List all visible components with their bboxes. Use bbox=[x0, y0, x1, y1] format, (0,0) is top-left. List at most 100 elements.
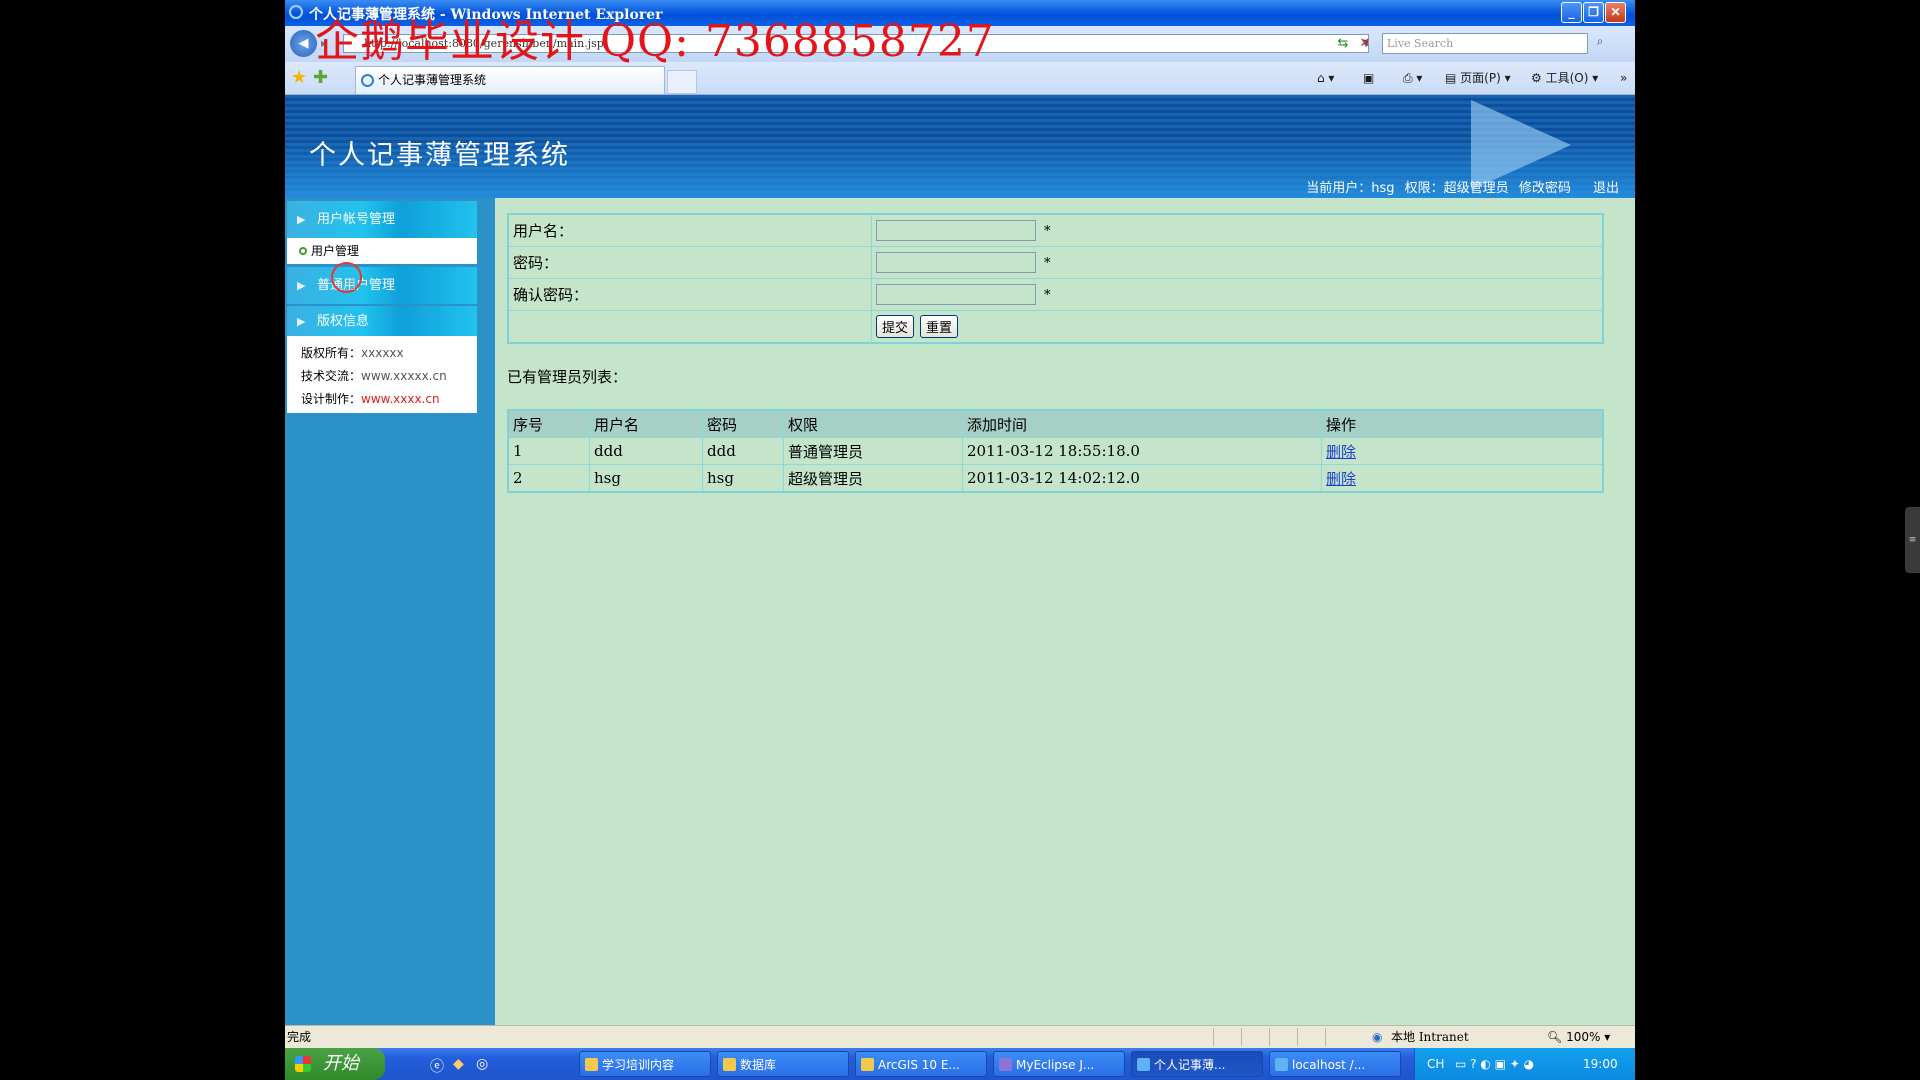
status-cell bbox=[1297, 1028, 1326, 1046]
required-mark: * bbox=[1044, 255, 1051, 271]
sidebar-section-normal-users[interactable]: ▶ 普通用户管理 bbox=[287, 267, 477, 304]
logout-link[interactable]: 退出 bbox=[1593, 181, 1619, 196]
form-row-buttons: 提交 重置 bbox=[507, 310, 1604, 344]
password-input[interactable] bbox=[876, 252, 1036, 273]
print-icon[interactable]: ⎙ ▾ bbox=[1403, 67, 1422, 89]
ie-window: 个人记事薄管理系统 - Windows Internet Explorer _ … bbox=[285, 0, 1635, 1080]
quick-launch-app-icon[interactable]: ◆ bbox=[453, 1056, 464, 1072]
maximize-button[interactable]: ❐ bbox=[1583, 2, 1604, 23]
delete-link[interactable]: 删除 bbox=[1326, 470, 1356, 488]
user-bar: 当前用户：hsg 权限：超级管理员 修改密码 退出 bbox=[1300, 177, 1619, 196]
quick-launch-browser-icon[interactable]: ◎ bbox=[476, 1056, 488, 1072]
taskbar-item[interactable]: ArcGIS 10 E... bbox=[855, 1051, 987, 1077]
col-header-index: 序号 bbox=[507, 409, 590, 438]
zoom-control[interactable]: 🔍︎ 100% ▾ bbox=[1547, 1026, 1610, 1048]
hand-cursor-icon: ☝ bbox=[345, 274, 356, 295]
tools-menu[interactable]: ⚙ 工具(O) ▾ bbox=[1531, 67, 1598, 89]
user-role: 权限：超级管理员 bbox=[1404, 181, 1509, 196]
add-admin-form: 用户名： * 密码： * 确认密码： * 提交 重置 bbox=[507, 213, 1604, 344]
username-label: 用户名： bbox=[507, 213, 872, 247]
taskbar-item[interactable]: MyEclipse J... bbox=[993, 1051, 1125, 1077]
reset-button[interactable]: 重置 bbox=[920, 315, 959, 338]
col-header-added-time: 添加时间 bbox=[962, 409, 1322, 438]
cell-role: 普通管理员 bbox=[783, 437, 963, 465]
cell-action: 删除 bbox=[1321, 437, 1604, 465]
feeds-icon[interactable]: ▣ bbox=[1363, 67, 1374, 89]
sidebar: ▶ 用户帐号管理 用户管理 ▶ 普通用户管理 ▶ 版权信息 版权所有：xxxxx… bbox=[285, 198, 495, 1025]
tray-icons[interactable]: ▭ ? ◐ ▣ ✦ ◕ bbox=[1455, 1048, 1534, 1080]
buttons-cell: 提交 重置 bbox=[871, 310, 1604, 344]
status-cell bbox=[1241, 1028, 1270, 1046]
globe-icon: ◉ bbox=[1372, 1030, 1383, 1044]
sidebar-section-account[interactable]: ▶ 用户帐号管理 bbox=[287, 201, 477, 238]
search-icon[interactable]: ⌕ bbox=[1591, 34, 1609, 53]
status-cell bbox=[1269, 1028, 1298, 1046]
cell-index: 1 bbox=[507, 437, 590, 465]
add-favorites-icon[interactable]: ✚ bbox=[313, 67, 328, 88]
folder-icon bbox=[861, 1058, 874, 1071]
system-tray: CH ▭ ? ◐ ▣ ✦ ◕ 19:00 bbox=[1414, 1048, 1635, 1080]
username-input[interactable] bbox=[876, 220, 1036, 241]
tab-main[interactable]: 个人记事薄管理系统 bbox=[355, 66, 665, 94]
info-value: xxxxxx bbox=[361, 346, 404, 360]
required-mark: * bbox=[1044, 287, 1051, 303]
more-chevron-icon[interactable]: » bbox=[1620, 67, 1627, 89]
taskbar-item-active[interactable]: 个人记事薄... bbox=[1131, 1051, 1263, 1077]
sidebar-section-label: 版权信息 bbox=[317, 314, 370, 329]
back-button[interactable]: ◀ bbox=[290, 30, 317, 57]
watermark-text: 企鹅毕业设计 QQ: 7368858727 bbox=[315, 16, 995, 67]
side-handle[interactable]: ≡ bbox=[1905, 507, 1920, 573]
info-key: 版权所有： bbox=[301, 346, 362, 360]
col-header-username: 用户名 bbox=[589, 409, 703, 438]
taskbar-item[interactable]: 数据库 bbox=[717, 1051, 849, 1077]
site-title: 个人记事薄管理系统 bbox=[309, 140, 570, 171]
eclipse-icon bbox=[999, 1058, 1012, 1071]
delete-link[interactable]: 删除 bbox=[1326, 443, 1356, 461]
stop-icon[interactable]: ✕ bbox=[1355, 34, 1375, 53]
bullet-icon bbox=[299, 247, 307, 255]
username-cell: * bbox=[871, 213, 1604, 247]
info-key: 技术交流： bbox=[301, 369, 362, 383]
info-value: www.xxxxx.cn bbox=[361, 369, 447, 383]
admin-table: 序号 用户名 密码 权限 添加时间 操作 1 ddd ddd 普通管理员 201… bbox=[507, 409, 1604, 493]
admin-list-title: 已有管理员列表： bbox=[507, 368, 628, 386]
cell-added-time: 2011-03-12 18:55:18.0 bbox=[962, 437, 1322, 465]
windows-flag-icon bbox=[295, 1056, 311, 1072]
new-tab-button[interactable] bbox=[667, 70, 697, 94]
search-input[interactable]: Live Search bbox=[1382, 33, 1588, 54]
refresh-icon[interactable]: ⇆ bbox=[1333, 34, 1353, 53]
status-cell bbox=[1325, 1028, 1354, 1046]
change-password-link[interactable]: 修改密码 bbox=[1519, 181, 1571, 196]
taskbar-item-label: localhost /... bbox=[1292, 1058, 1366, 1072]
close-button[interactable]: ✕ bbox=[1605, 2, 1626, 23]
favorites-star-icon[interactable]: ★ bbox=[291, 67, 307, 88]
taskbar-item[interactable]: 学习培训内容 bbox=[579, 1051, 711, 1077]
cell-username: hsg bbox=[589, 464, 703, 493]
web-page: 个人记事薄管理系统 当前用户：hsg 权限：超级管理员 修改密码 退出 ▶ 用户… bbox=[285, 95, 1635, 1025]
ie-icon bbox=[289, 5, 303, 19]
zoom-level: 100% bbox=[1566, 1030, 1601, 1044]
page-menu-label: 页面(P) bbox=[1460, 71, 1501, 85]
start-button[interactable]: 开始 bbox=[285, 1048, 385, 1080]
minimize-button[interactable]: _ bbox=[1561, 2, 1582, 23]
page-menu[interactable]: ▤ 页面(P) ▾ bbox=[1445, 67, 1511, 89]
info-line: 设计制作：www.xxxx.cn bbox=[301, 388, 477, 411]
quick-launch-ie-icon[interactable]: ⓔ bbox=[430, 1056, 444, 1076]
home-icon[interactable]: ⌂ ▾ bbox=[1317, 67, 1334, 89]
language-indicator[interactable]: CH bbox=[1427, 1048, 1444, 1080]
sidebar-item-label: 用户管理 bbox=[311, 244, 360, 258]
triangle-right-icon: ▶ bbox=[297, 279, 306, 292]
submit-button[interactable]: 提交 bbox=[876, 315, 915, 338]
col-header-action: 操作 bbox=[1321, 409, 1604, 438]
cell-password: hsg bbox=[702, 464, 784, 493]
ie-icon bbox=[1275, 1058, 1288, 1071]
taskbar-item-label: 个人记事薄... bbox=[1154, 1058, 1226, 1072]
confirm-password-input[interactable] bbox=[876, 284, 1036, 305]
folder-icon bbox=[585, 1058, 598, 1071]
taskbar-item[interactable]: localhost /... bbox=[1269, 1051, 1401, 1077]
table-row: 1 ddd ddd 普通管理员 2011-03-12 18:55:18.0 删除 bbox=[507, 437, 1604, 465]
sidebar-section-copyright[interactable]: ▶ 版权信息 bbox=[287, 306, 477, 338]
sidebar-item-user-management[interactable]: 用户管理 bbox=[287, 238, 477, 264]
zoom-icon: 🔍︎ bbox=[1547, 1030, 1563, 1044]
info-link[interactable]: www.xxxx.cn bbox=[361, 392, 440, 406]
